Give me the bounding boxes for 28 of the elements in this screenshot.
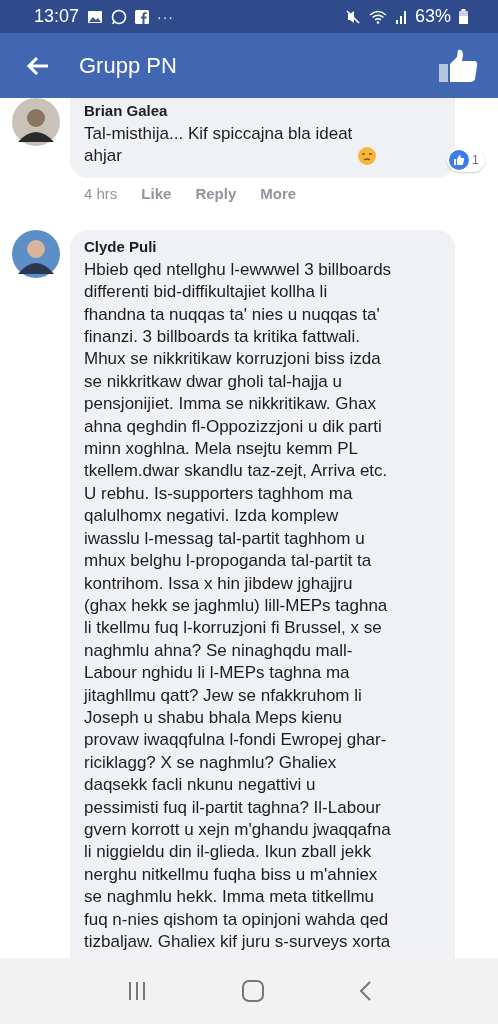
comment-action-link[interactable]: More — [260, 184, 297, 202]
emoji-icon — [357, 145, 378, 166]
reaction-count[interactable]: 1 — [446, 147, 485, 172]
chat-icon — [111, 8, 128, 25]
battery-icon — [459, 9, 468, 24]
group-title: Grupp PN — [79, 52, 177, 79]
mute-icon — [344, 8, 361, 25]
status-time: 13:07 — [34, 6, 80, 27]
comment-text: Tal-misthija... Kif spiccajna bla ideat ahjar — [84, 123, 353, 168]
facebook-icon — [135, 9, 150, 24]
thumbs-up-icon[interactable] — [438, 48, 478, 83]
comment-action-link[interactable]: Reply — [195, 184, 237, 202]
comment-time: 4 hrs — [84, 184, 118, 202]
back-arrow-icon[interactable] — [26, 55, 50, 76]
avatar-icon — [12, 229, 60, 278]
signal-icon — [394, 9, 407, 24]
comment-author[interactable]: Brian Galea — [84, 102, 168, 119]
comment-text: Hbieb qed ntellghu l-ewwwel 3 billboards differenti bid-diffikultajiet kollha li fhandna ta nuqqas ta' nies u nuqqas ta' finanzi. 3 billboards ta kritika fattwali. Mhux se nikkritikaw korruzjoni biss izda se nikkritkaw dwar gholi tal-hajja u pensjonijiet. Imma se nikkritikaw. Ghax ahna qeghdin fl-Oppozizzjoni u dik parti minn xoghlna. Mela nsejtu kemm PL tkellem.dwar skandlu taz-zejt, Arriva etc. U rebhu. Is-supporters taghhom ma qalulhomx negativi. Izda komplew iwasslu l-messag tal-partit taghhom u mhux belghu l-propoganda tal-partit ta kontrihom. Issa x hin jibdew jghajjru (ghax hekk se jaghmlu) lill-MEPs taghna li tkellmu fuq l-korruzjoni fi Brussel, x se naghmlu ahna? Se ninaghqdu mall- Labour nghidu li l-MEPs taghna ma jitaghllmu qatt? Jew se nfakkruhom li Joseph u shabu bhala Meps kienu provaw iwaqqfulna l-fondi Ewropej ghar- riciklagg? X se naghmlu? Ghaliex daqsekk facli nkunu negattivi u pessimisti fuq il-partit taghna? Il-Labour gvern korrott u xejn m'ghandu jwaqqafna li niggieldu din il-glieda. Ikun zball jekk nerghu nitkellmu fuqha biss u m'ahniex se naghmlu hekk. Imma meta titkellmu fuq n-nies qishom ta opinjoni wahda qed tizbaljaw. Ghaliex kif juru s-surveys xorta — [84, 258, 393, 953]
comment-author[interactable]: Clyde Puli — [84, 237, 157, 255]
more-notifications: ··· — [157, 8, 175, 25]
home-icon[interactable] — [241, 979, 265, 1003]
comment-action-link[interactable]: Like — [141, 184, 172, 202]
battery-percent: 63% — [414, 6, 451, 27]
like-reaction-icon — [448, 149, 469, 170]
wifi-icon — [368, 9, 387, 24]
back-icon[interactable] — [357, 980, 372, 1002]
avatar-icon — [12, 98, 60, 146]
gallery-icon — [87, 9, 104, 24]
